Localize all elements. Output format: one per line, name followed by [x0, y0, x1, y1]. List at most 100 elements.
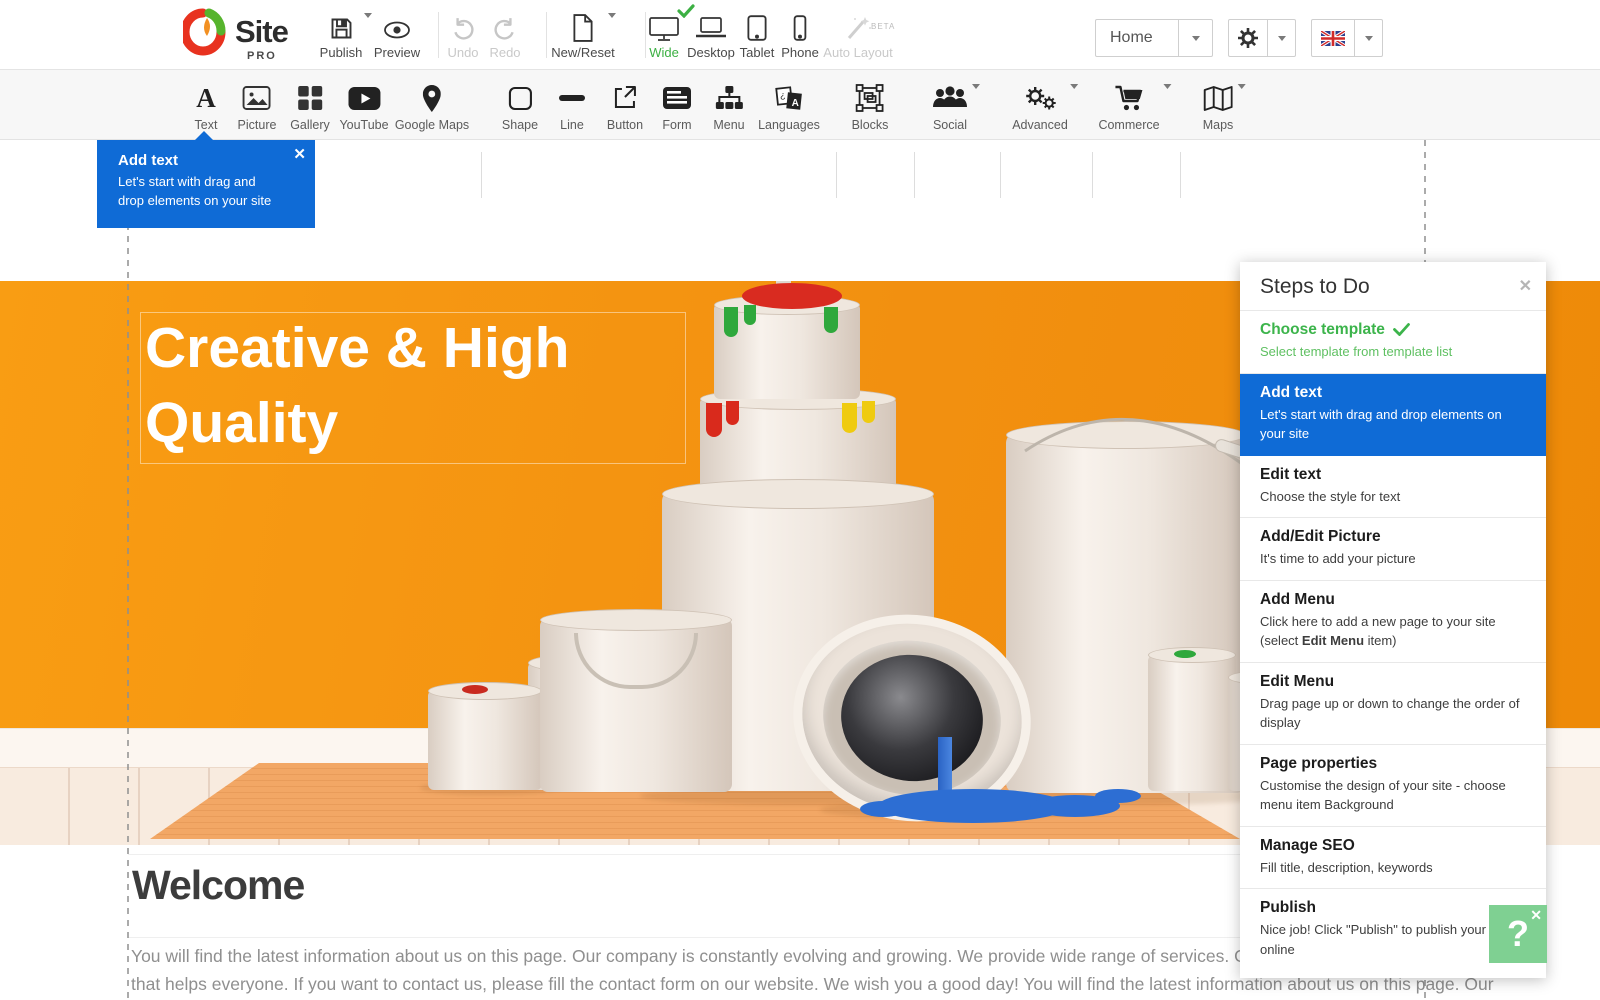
step-edit-menu[interactable]: Edit Menu Drag page up or down to change… [1240, 663, 1546, 745]
commerce-caret[interactable] [1164, 84, 1172, 89]
add-line-tool[interactable]: Line [558, 82, 586, 132]
step-manage-seo[interactable]: Manage SEO Fill title, description, keyw… [1240, 827, 1546, 890]
red-paint-lid [742, 283, 842, 309]
toolbar-separator [836, 152, 837, 198]
step-page-properties[interactable]: Page properties Customise the design of … [1240, 745, 1546, 827]
question-mark-icon: ? [1507, 913, 1529, 955]
steps-panel-title: Steps to Do [1260, 275, 1370, 298]
step-choose-template[interactable]: Choose template Select template from tem… [1240, 311, 1546, 374]
step-desc: Let's start with drag and drop elements … [1260, 405, 1526, 444]
languages-tool[interactable]: ¿ A Languages [758, 82, 820, 132]
map-pin-icon [395, 82, 469, 114]
add-picture-tool[interactable]: Picture [238, 82, 277, 132]
step-title: Edit text [1260, 466, 1526, 484]
form-icon [662, 82, 692, 114]
tooltip-body: Let's start with drag and drop elements … [118, 173, 285, 211]
social-people-icon [932, 82, 968, 114]
step-add-text[interactable]: Add text Let's start with drag and drop … [1240, 374, 1546, 456]
social-caret[interactable] [972, 84, 980, 89]
settings-caret[interactable] [1267, 20, 1295, 56]
language-caret[interactable] [1354, 20, 1382, 56]
step-desc: Customise the design of your site - choo… [1260, 776, 1526, 815]
toolbar-separator [1180, 152, 1181, 198]
svg-text:A: A [792, 98, 799, 109]
add-gallery-tool[interactable]: Gallery [290, 82, 330, 132]
step-desc: Select template from template list [1260, 342, 1526, 362]
shopping-cart-icon [1098, 82, 1159, 114]
step-title: Choose template [1260, 321, 1526, 339]
add-button-tool[interactable]: Button [607, 82, 643, 132]
help-button[interactable]: ? ✕ [1489, 905, 1547, 963]
folded-map-icon [1203, 82, 1234, 114]
step-desc: Fill title, description, keywords [1260, 858, 1526, 878]
check-icon [1393, 323, 1410, 336]
uk-flag-icon [1312, 20, 1354, 56]
elements-toolbar: A Text Picture Gallery [0, 70, 1600, 140]
preview-button[interactable]: Preview [362, 8, 432, 60]
add-text-tool[interactable]: A Text [195, 82, 218, 132]
add-text-tooltip: ✕ Add text Let's start with drag and dro… [97, 140, 315, 228]
add-youtube-tool[interactable]: YouTube [339, 82, 388, 132]
gear-icon [1229, 20, 1267, 56]
language-button[interactable] [1311, 19, 1383, 57]
eye-icon [362, 8, 432, 42]
new-reset-button[interactable]: New/Reset [538, 8, 628, 60]
maps-caret[interactable] [1237, 84, 1245, 89]
hero-title[interactable]: Creative & High Quality [145, 311, 685, 461]
tooltip-title: Add text [118, 152, 285, 169]
step-add-edit-picture[interactable]: Add/Edit Picture It's time to add your p… [1240, 518, 1546, 581]
step-title: Add text [1260, 384, 1526, 402]
sitemap-icon [713, 82, 744, 114]
step-title: Page properties [1260, 755, 1526, 773]
step-edit-text[interactable]: Edit text Choose the style for text [1240, 456, 1546, 519]
bucket-wire-handle [1000, 401, 1260, 521]
app-logo: Site PRO [183, 8, 288, 56]
blocks-tool[interactable]: Blocks [852, 82, 889, 132]
step-desc: Click here to add a new page to your sit… [1260, 612, 1526, 651]
shape-icon [502, 82, 538, 114]
toolbar-separator [1092, 152, 1093, 198]
add-google-maps-tool[interactable]: Google Maps [395, 82, 469, 132]
blocks-icon [852, 82, 889, 114]
advanced-caret[interactable] [1070, 84, 1078, 89]
app-logo-badge: PRO [247, 50, 277, 62]
text-icon: A [195, 82, 218, 114]
tooltip-close-icon[interactable]: ✕ [293, 147, 306, 162]
gallery-icon [290, 82, 330, 114]
site-builder-app: Site PRO Publish Preview [0, 0, 1600, 1000]
step-title: Edit Menu [1260, 673, 1526, 691]
new-reset-caret-icon[interactable] [608, 13, 616, 18]
advanced-tool[interactable]: Advanced [1012, 82, 1068, 132]
page-selector-value: Home [1096, 20, 1178, 56]
toolbar-separator [481, 152, 482, 198]
redo-button[interactable]: Redo [470, 8, 540, 60]
redo-icon [470, 8, 540, 42]
social-tool[interactable]: Social [932, 82, 968, 132]
welcome-heading[interactable]: Welcome [132, 862, 304, 909]
toolbar-separator [914, 152, 915, 198]
add-shape-tool[interactable]: Shape [502, 82, 538, 132]
steps-to-do-panel: Steps to Do ✕ Choose template Select tem… [1240, 262, 1546, 978]
page-selector-caret[interactable] [1178, 20, 1212, 56]
add-menu-tool[interactable]: Menu [713, 82, 744, 132]
toolbar-separator [1000, 152, 1001, 198]
commerce-tool[interactable]: Commerce [1098, 82, 1159, 132]
paint-can [428, 690, 542, 790]
auto-layout-button[interactable]: BETA Auto Layout [813, 8, 903, 60]
help-close-icon[interactable]: ✕ [1530, 907, 1542, 924]
step-desc: Choose the style for text [1260, 487, 1526, 507]
settings-button[interactable] [1228, 19, 1296, 57]
add-form-tool[interactable]: Form [662, 82, 692, 132]
maps-tool[interactable]: Maps [1203, 82, 1234, 132]
page-selector[interactable]: Home [1095, 19, 1213, 57]
beta-badge: BETA [871, 22, 895, 31]
gears-icon [1012, 82, 1068, 114]
svg-text:¿: ¿ [780, 90, 786, 100]
step-desc: It's time to add your picture [1260, 549, 1526, 569]
steps-panel-close-icon[interactable]: ✕ [1519, 276, 1532, 296]
step-add-menu[interactable]: Add Menu Click here to add a new page to… [1240, 581, 1546, 663]
top-toolbar: Site PRO Publish Preview [0, 0, 1600, 70]
step-title: Manage SEO [1260, 837, 1526, 855]
step-title: Add Menu [1260, 591, 1526, 609]
translate-icon: ¿ A [758, 82, 820, 114]
